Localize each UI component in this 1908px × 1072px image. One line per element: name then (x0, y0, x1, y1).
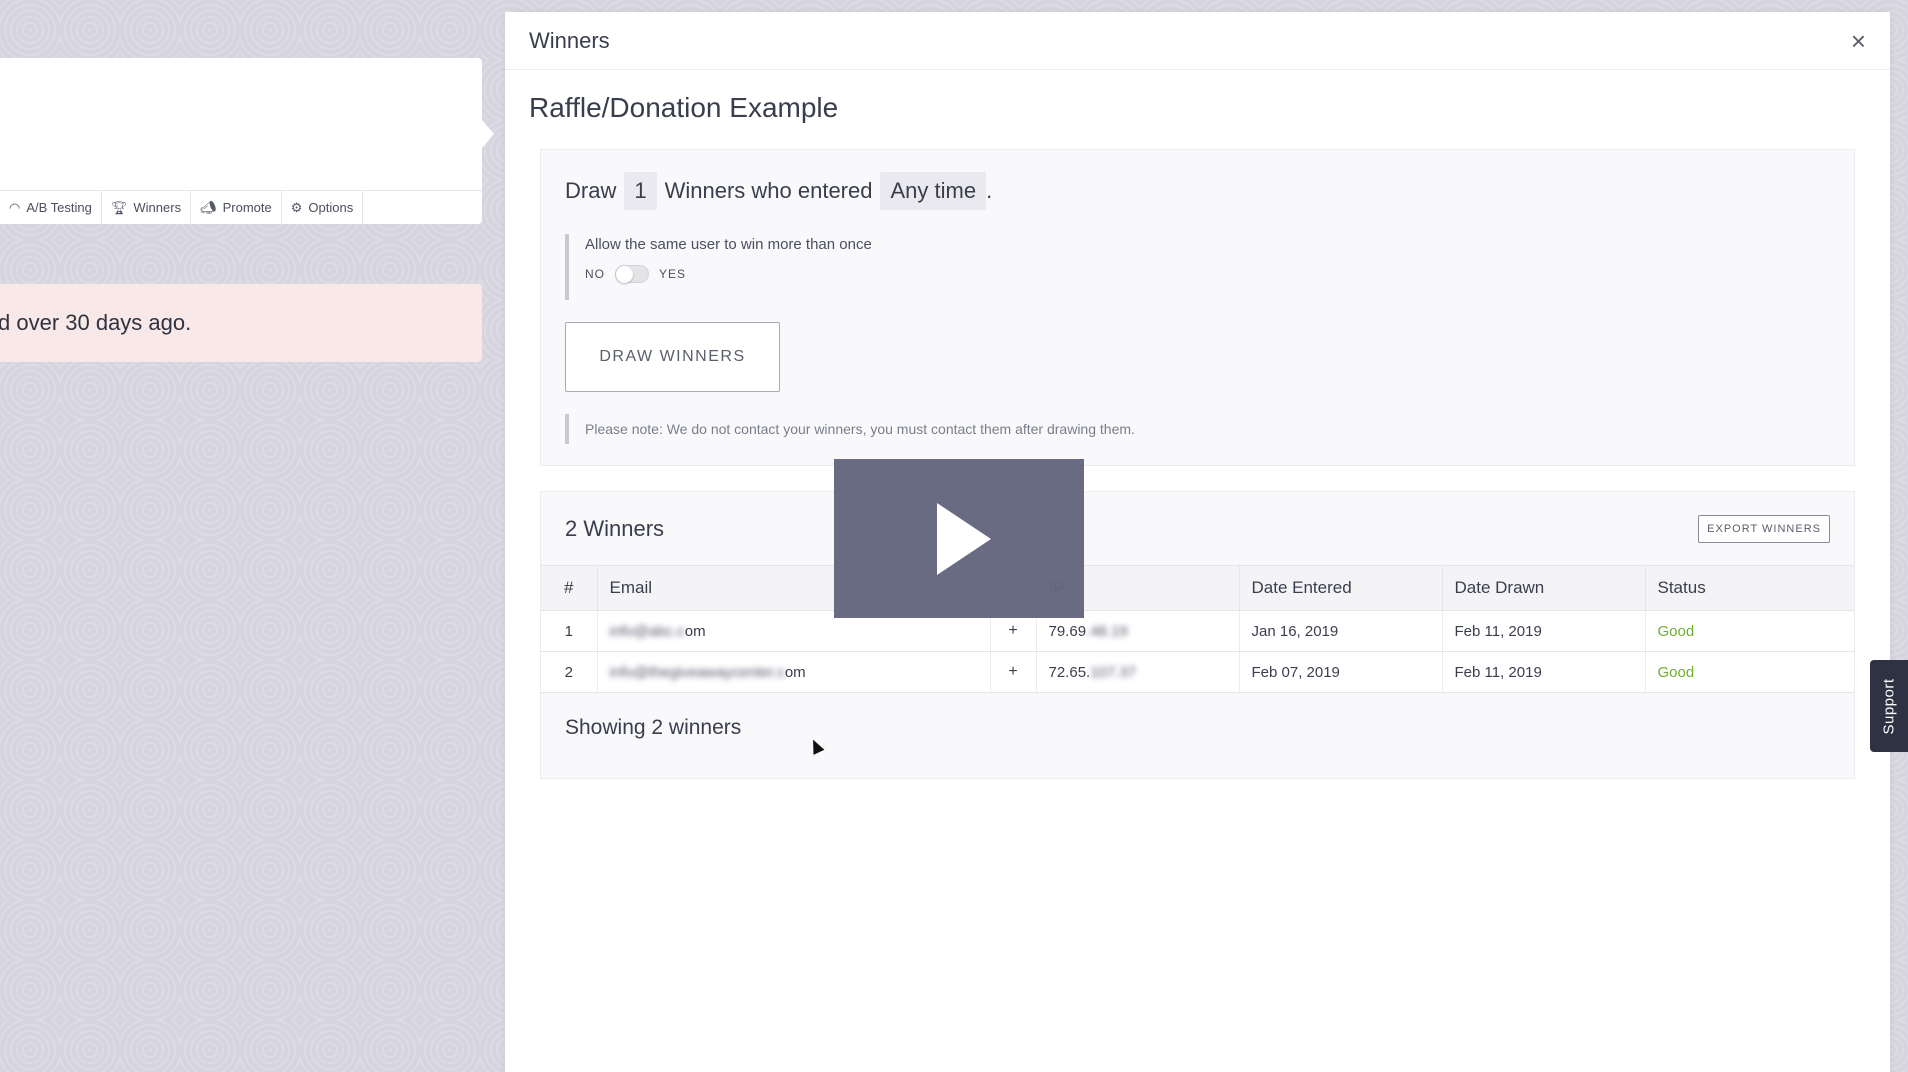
support-tab[interactable]: Support (1870, 660, 1908, 752)
close-icon[interactable]: × (1851, 28, 1866, 54)
tab-winners[interactable]: 🏆︎ Winners (102, 191, 191, 224)
expand-row-button[interactable]: + (990, 652, 1036, 693)
email-blurred: info@abc.c (610, 623, 685, 640)
email-visible: om (685, 623, 706, 640)
winners-header: 2 Winners EXPORT WINNERS (541, 492, 1854, 565)
export-winners-button[interactable]: EXPORT WINNERS (1698, 515, 1830, 543)
row-ip: 72.65.107.37 (1036, 652, 1239, 693)
showing-count: Showing 2 winners (565, 716, 741, 740)
ip-blurred: .48.19 (1086, 623, 1128, 640)
allow-repeat-label: Allow the same user to win more than onc… (585, 236, 872, 253)
toggle-no-label: NO (585, 267, 605, 281)
winner-count-input[interactable]: 1 (624, 172, 656, 210)
email-blurred: info@thegiveawaycenter.c (610, 664, 785, 681)
support-label: Support (1881, 678, 1898, 734)
tab-label: Winners (133, 200, 181, 215)
contact-note: Please note: We do not contact your winn… (565, 414, 1135, 444)
allow-repeat-setting: Allow the same user to win more than onc… (565, 234, 872, 300)
row-number: 2 (541, 652, 597, 693)
ended-alert: d over 30 days ago. (0, 284, 482, 362)
tab-label: Promote (223, 200, 272, 215)
ip-visible: 79.69 (1049, 623, 1087, 640)
row-status: Good (1645, 652, 1854, 693)
row-date-entered: Jan 16, 2019 (1239, 611, 1442, 652)
tab-ab-testing[interactable]: ◠ A/B Testing (0, 191, 102, 224)
tab-label: Options (308, 200, 353, 215)
modal-title: Winners (529, 28, 610, 54)
winners-count: 2 Winners (565, 516, 664, 542)
play-icon (937, 503, 991, 575)
campaign-card: ◠ A/B Testing 🏆︎ Winners 📣︎ Promote ⚙ Op… (0, 58, 482, 224)
row-number: 1 (541, 611, 597, 652)
row-date-entered: Feb 07, 2019 (1239, 652, 1442, 693)
col-date-drawn: Date Drawn (1442, 566, 1645, 611)
timeframe-select[interactable]: Any time (880, 172, 986, 210)
col-status: Status (1645, 566, 1854, 611)
col-number: # (541, 566, 597, 611)
tab-label: A/B Testing (26, 200, 92, 215)
table-row: 1 info@abc.com + 79.69.48.19 Jan 16, 201… (541, 611, 1854, 652)
megaphone-icon: 📣︎ (200, 200, 217, 216)
winners-table: # Email IP Date Entered Date Drawn Statu… (541, 565, 1854, 693)
email-visible: om (785, 664, 806, 681)
gauge-icon: ◠ (9, 200, 20, 216)
trophy-icon: 🏆︎ (111, 200, 128, 216)
video-play-button[interactable] (834, 459, 1084, 618)
toggle-yes-label: YES (659, 267, 686, 281)
draw-panel: Draw 1 Winners who entered Any time. All… (540, 149, 1855, 466)
table-row: 2 info@thegiveawaycenter.com + 72.65.107… (541, 652, 1854, 693)
allow-repeat-toggle-row: NO YES (585, 265, 872, 283)
row-date-drawn: Feb 11, 2019 (1442, 652, 1645, 693)
ip-visible: 72.65. (1049, 664, 1091, 681)
campaign-tabs: ◠ A/B Testing 🏆︎ Winners 📣︎ Promote ⚙ Op… (0, 190, 482, 224)
alert-text: d over 30 days ago. (0, 310, 191, 336)
col-date-entered: Date Entered (1239, 566, 1442, 611)
winners-modal: Winners × Raffle/Donation Example Draw 1… (505, 12, 1890, 1072)
gear-icon: ⚙ (291, 200, 303, 216)
winners-panel: 2 Winners EXPORT WINNERS # Email IP Date… (540, 491, 1855, 779)
draw-middle: Winners who entered (665, 178, 873, 204)
allow-repeat-toggle[interactable] (615, 265, 649, 283)
tab-promote[interactable]: 📣︎ Promote (191, 191, 282, 224)
row-email: info@thegiveawaycenter.com (597, 652, 990, 693)
row-date-drawn: Feb 11, 2019 (1442, 611, 1645, 652)
ip-blurred: 107.37 (1090, 664, 1136, 681)
draw-sentence: Draw 1 Winners who entered Any time. (565, 172, 992, 210)
draw-suffix: . (986, 178, 992, 204)
draw-prefix: Draw (565, 178, 616, 204)
row-status: Good (1645, 611, 1854, 652)
toggle-knob (616, 266, 633, 283)
tab-options[interactable]: ⚙ Options (282, 191, 363, 224)
table-header-row: # Email IP Date Entered Date Drawn Statu… (541, 566, 1854, 611)
campaign-title: Raffle/Donation Example (529, 92, 838, 124)
card-pointer (482, 120, 494, 148)
draw-winners-button[interactable]: DRAW WINNERS (565, 322, 780, 392)
contact-note-text: Please note: We do not contact your winn… (585, 421, 1135, 437)
modal-header: Winners × (505, 12, 1890, 70)
